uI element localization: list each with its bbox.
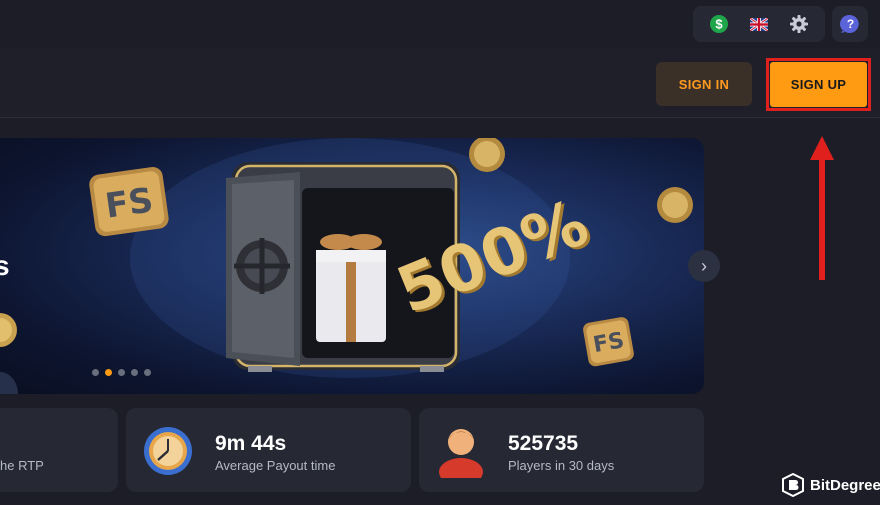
stopwatch-icon <box>144 427 192 475</box>
svg-text:$: $ <box>715 17 723 32</box>
top-icon-group: $ <box>693 6 825 42</box>
stat-label: Players in 30 days <box>508 458 615 473</box>
fs-badge-left: FS <box>89 166 169 237</box>
svg-text:FS: FS <box>103 180 156 226</box>
sign-up-button[interactable]: SIGN UP <box>770 62 867 107</box>
stat-label: he RTP <box>0 458 44 473</box>
svg-text:?: ? <box>847 17 854 31</box>
carousel-dot[interactable] <box>92 369 99 376</box>
settings-button[interactable] <box>783 8 815 40</box>
banner-heading-fragment: s <box>0 250 10 281</box>
red-arrow-annotation <box>810 136 834 280</box>
svg-text:FS: FS <box>591 328 626 358</box>
dollar-icon: $ <box>710 15 728 33</box>
carousel-dot[interactable] <box>144 369 151 376</box>
bitdegree-logo-icon <box>782 473 804 497</box>
carousel-next-button[interactable]: › <box>688 250 720 282</box>
stat-card-payout: 9m 44s Average Payout time <box>126 408 411 492</box>
stat-value: 525735 <box>508 432 579 455</box>
stat-card-players: 525735 Players in 30 days <box>419 408 704 492</box>
banner-illustration: FS 500% 500% FS <box>0 138 693 394</box>
brand-name: BitDegree <box>810 476 880 494</box>
chevron-right-icon: › <box>701 255 707 276</box>
stat-value: 9m 44s <box>215 432 287 455</box>
carousel-dot[interactable] <box>118 369 125 376</box>
bitdegree-watermark: BitDegree <box>782 473 880 497</box>
sign-in-button[interactable]: SIGN IN <box>656 62 752 106</box>
stat-label: Average Payout time <box>215 458 336 473</box>
help-icon: ? <box>840 14 859 33</box>
carousel-dot[interactable] <box>131 369 138 376</box>
help-button[interactable]: ? <box>832 6 868 42</box>
currency-button[interactable]: $ <box>703 8 735 40</box>
gear-icon <box>790 15 808 33</box>
fs-badge-right: FS <box>583 317 634 367</box>
stat-card-rtp: he RTP <box>0 408 118 492</box>
carousel-dot-active[interactable] <box>105 369 112 376</box>
language-button[interactable] <box>743 8 775 40</box>
promo-banner[interactable]: FS 500% 500% FS s <box>0 138 704 394</box>
carousel-dots <box>92 369 151 376</box>
coin-right <box>657 187 693 223</box>
player-avatar-icon <box>439 429 483 478</box>
uk-flag-icon <box>750 17 768 31</box>
